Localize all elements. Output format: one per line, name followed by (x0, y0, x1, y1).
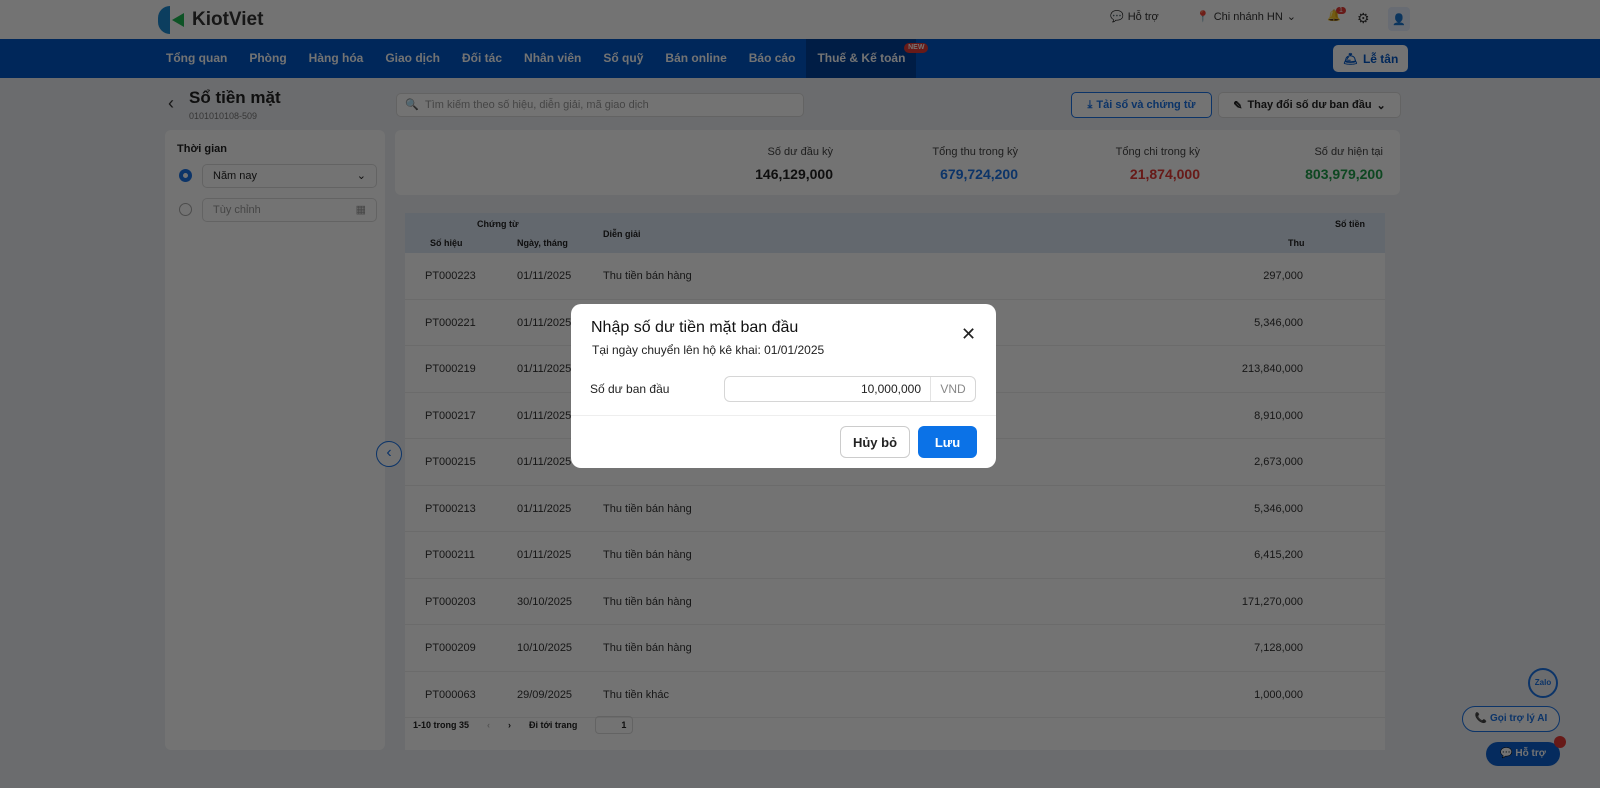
chevron-down-icon: ⌄ (1286, 11, 1297, 23)
col-desc: Diễn giải (603, 229, 641, 239)
kiotviet-logo[interactable]: KiotViet (158, 6, 263, 34)
radio-custom[interactable] (179, 203, 192, 216)
nav-item[interactable]: Báo cáo (738, 39, 807, 78)
location-pin-icon: 📍 (1196, 11, 1210, 23)
nav-item[interactable]: Bán online (654, 39, 737, 78)
page-input[interactable]: 1 (595, 716, 634, 734)
table-header: Chứng từ Số hiệu Ngày, tháng Diễn giải T… (405, 213, 1385, 253)
close-icon[interactable]: ✕ (961, 324, 976, 345)
initial-balance-input[interactable]: 10,000,000 VND (724, 376, 976, 402)
branch-selector[interactable]: 📍 Chi nhánh HN ⌄ (1196, 10, 1297, 24)
table-row[interactable]: PT000203 30/10/2025 Thu tiền bán hàng 171,2… (405, 579, 1385, 625)
custom-date-input[interactable]: Tùy chỉnh ▦ (202, 198, 377, 222)
nav-item[interactable]: Nhân viên (513, 39, 592, 78)
table-row[interactable]: PT000063 29/09/2025 Thu tiền khác 1,000,000 (405, 672, 1385, 718)
balance-label: Số dư ban đầu (590, 382, 670, 396)
radio-this-year[interactable] (179, 169, 192, 182)
chevron-down-icon: ⌄ (356, 170, 366, 182)
reception-button[interactable]: 🛎 Lễ tân (1333, 45, 1408, 72)
filter-panel: Thời gian Năm nay ⌄ Tùy chỉnh ▦ (165, 130, 385, 750)
col-date: Ngày, tháng (517, 238, 568, 248)
notification-badge: 1 (1336, 7, 1346, 14)
scroll-left-button[interactable]: ‹ (376, 441, 402, 467)
edit-icon: ✎ (1233, 99, 1243, 112)
download-button[interactable]: ⤓ Tải sổ và chứng từ (1071, 92, 1212, 118)
new-badge: NEW (904, 43, 929, 53)
page-subtitle: 0101010108-509 (189, 111, 258, 121)
phone-icon: 📞 (1474, 713, 1488, 724)
change-balance-button[interactable]: ✎ Thay đổi số dư ban đầu ⌄ (1218, 92, 1401, 118)
ai-call-button[interactable]: 📞 Gọi trợ lý AI (1462, 706, 1560, 732)
dialog-title: Nhập số dư tiền mặt ban đầu (591, 319, 799, 336)
notification-bell[interactable]: 🔔 1 (1327, 7, 1346, 22)
avatar[interactable]: 👤 (1388, 7, 1410, 31)
support-link[interactable]: 💬 Hỗ trợ (1110, 10, 1159, 24)
cancel-button[interactable]: Hủy bỏ (840, 426, 910, 458)
page-title: Sổ tiền mặt (189, 88, 281, 107)
gear-icon[interactable]: ⚙ (1357, 10, 1370, 27)
chat-icon: 💬 (1500, 748, 1513, 759)
filter-title: Thời gian (177, 143, 227, 155)
col-income: Thu (1288, 238, 1305, 248)
nav-item[interactable]: Phòng (238, 39, 297, 78)
summary-item: Tổng chi trong kỳ 21,874,000 (1115, 146, 1200, 182)
table-row[interactable]: PT000213 01/11/2025 Thu tiền bán hàng 5,346… (405, 486, 1385, 532)
download-icon: ⤓ (1087, 98, 1093, 111)
search-input[interactable]: 🔍 Tìm kiếm theo số hiệu, diễn giải, mã gi… (396, 93, 804, 117)
divider (571, 415, 996, 416)
period-select[interactable]: Năm nay ⌄ (202, 164, 377, 188)
pagination: 1-10 trong 35 ‹ › Đi tới trang 1 (413, 716, 634, 734)
nav-item[interactable]: Thuế & Kế toán NEW (806, 39, 929, 78)
summary-item: Tổng thu trong kỳ 679,724,200 (932, 146, 1018, 182)
col-code: Số hiệu (430, 238, 463, 248)
dialog-subtitle: Tại ngày chuyển lên hộ kê khai: 01/01/20… (592, 343, 825, 357)
nav-item[interactable]: Giao dịch (374, 39, 451, 78)
bell-service-icon: 🛎 (1342, 51, 1358, 66)
back-button[interactable]: ‹ (168, 93, 174, 114)
nav-item[interactable]: Tổng quan (155, 39, 238, 78)
top-header: KiotViet 💬 Hỗ trợ 📍 Chi nhánh HN ⌄ 🔔 1 ⚙ 👤 (0, 0, 1600, 39)
next-page-button[interactable]: › (508, 720, 511, 730)
nav-item[interactable]: Đối tác (451, 39, 513, 78)
initial-balance-dialog: Nhập số dư tiền mặt ban đầu Tại ngày chu… (571, 304, 996, 468)
save-button[interactable]: Lưu (918, 426, 977, 458)
chevron-down-icon: ⌄ (1376, 99, 1386, 112)
calendar-icon: ▦ (355, 204, 366, 216)
summary-item: Số dư hiện tại 803,979,200 (1305, 146, 1383, 182)
prev-page-button[interactable]: ‹ (487, 720, 490, 730)
nav-item[interactable]: Hàng hóa (298, 39, 375, 78)
summary-item: Số dư đầu kỳ 146,129,000 (755, 146, 833, 182)
summary-card: Số dư đầu kỳ 146,129,000 Tổng thu trong kỳ… (395, 130, 1400, 195)
table-row[interactable]: PT000209 10/10/2025 Thu tiền bán hàng 7,128… (405, 625, 1385, 672)
chat-icon: 💬 (1110, 11, 1124, 23)
cash-book-table: Chứng từ Số hiệu Ngày, tháng Diễn giải T… (405, 213, 1385, 750)
table-row[interactable]: PT000223 01/11/2025 Thu tiền bán hàng 297,0… (405, 253, 1385, 300)
table-row[interactable]: PT000211 01/11/2025 Thu tiền bán hàng 6,415… (405, 532, 1385, 579)
nav-item[interactable]: Sổ quỹ (592, 39, 654, 78)
currency-unit: VND (930, 377, 975, 401)
help-button[interactable]: 💬 Hỗ trợ (1486, 736, 1566, 766)
zalo-button[interactable]: Zalo (1528, 668, 1558, 698)
search-icon: 🔍 (405, 99, 419, 111)
